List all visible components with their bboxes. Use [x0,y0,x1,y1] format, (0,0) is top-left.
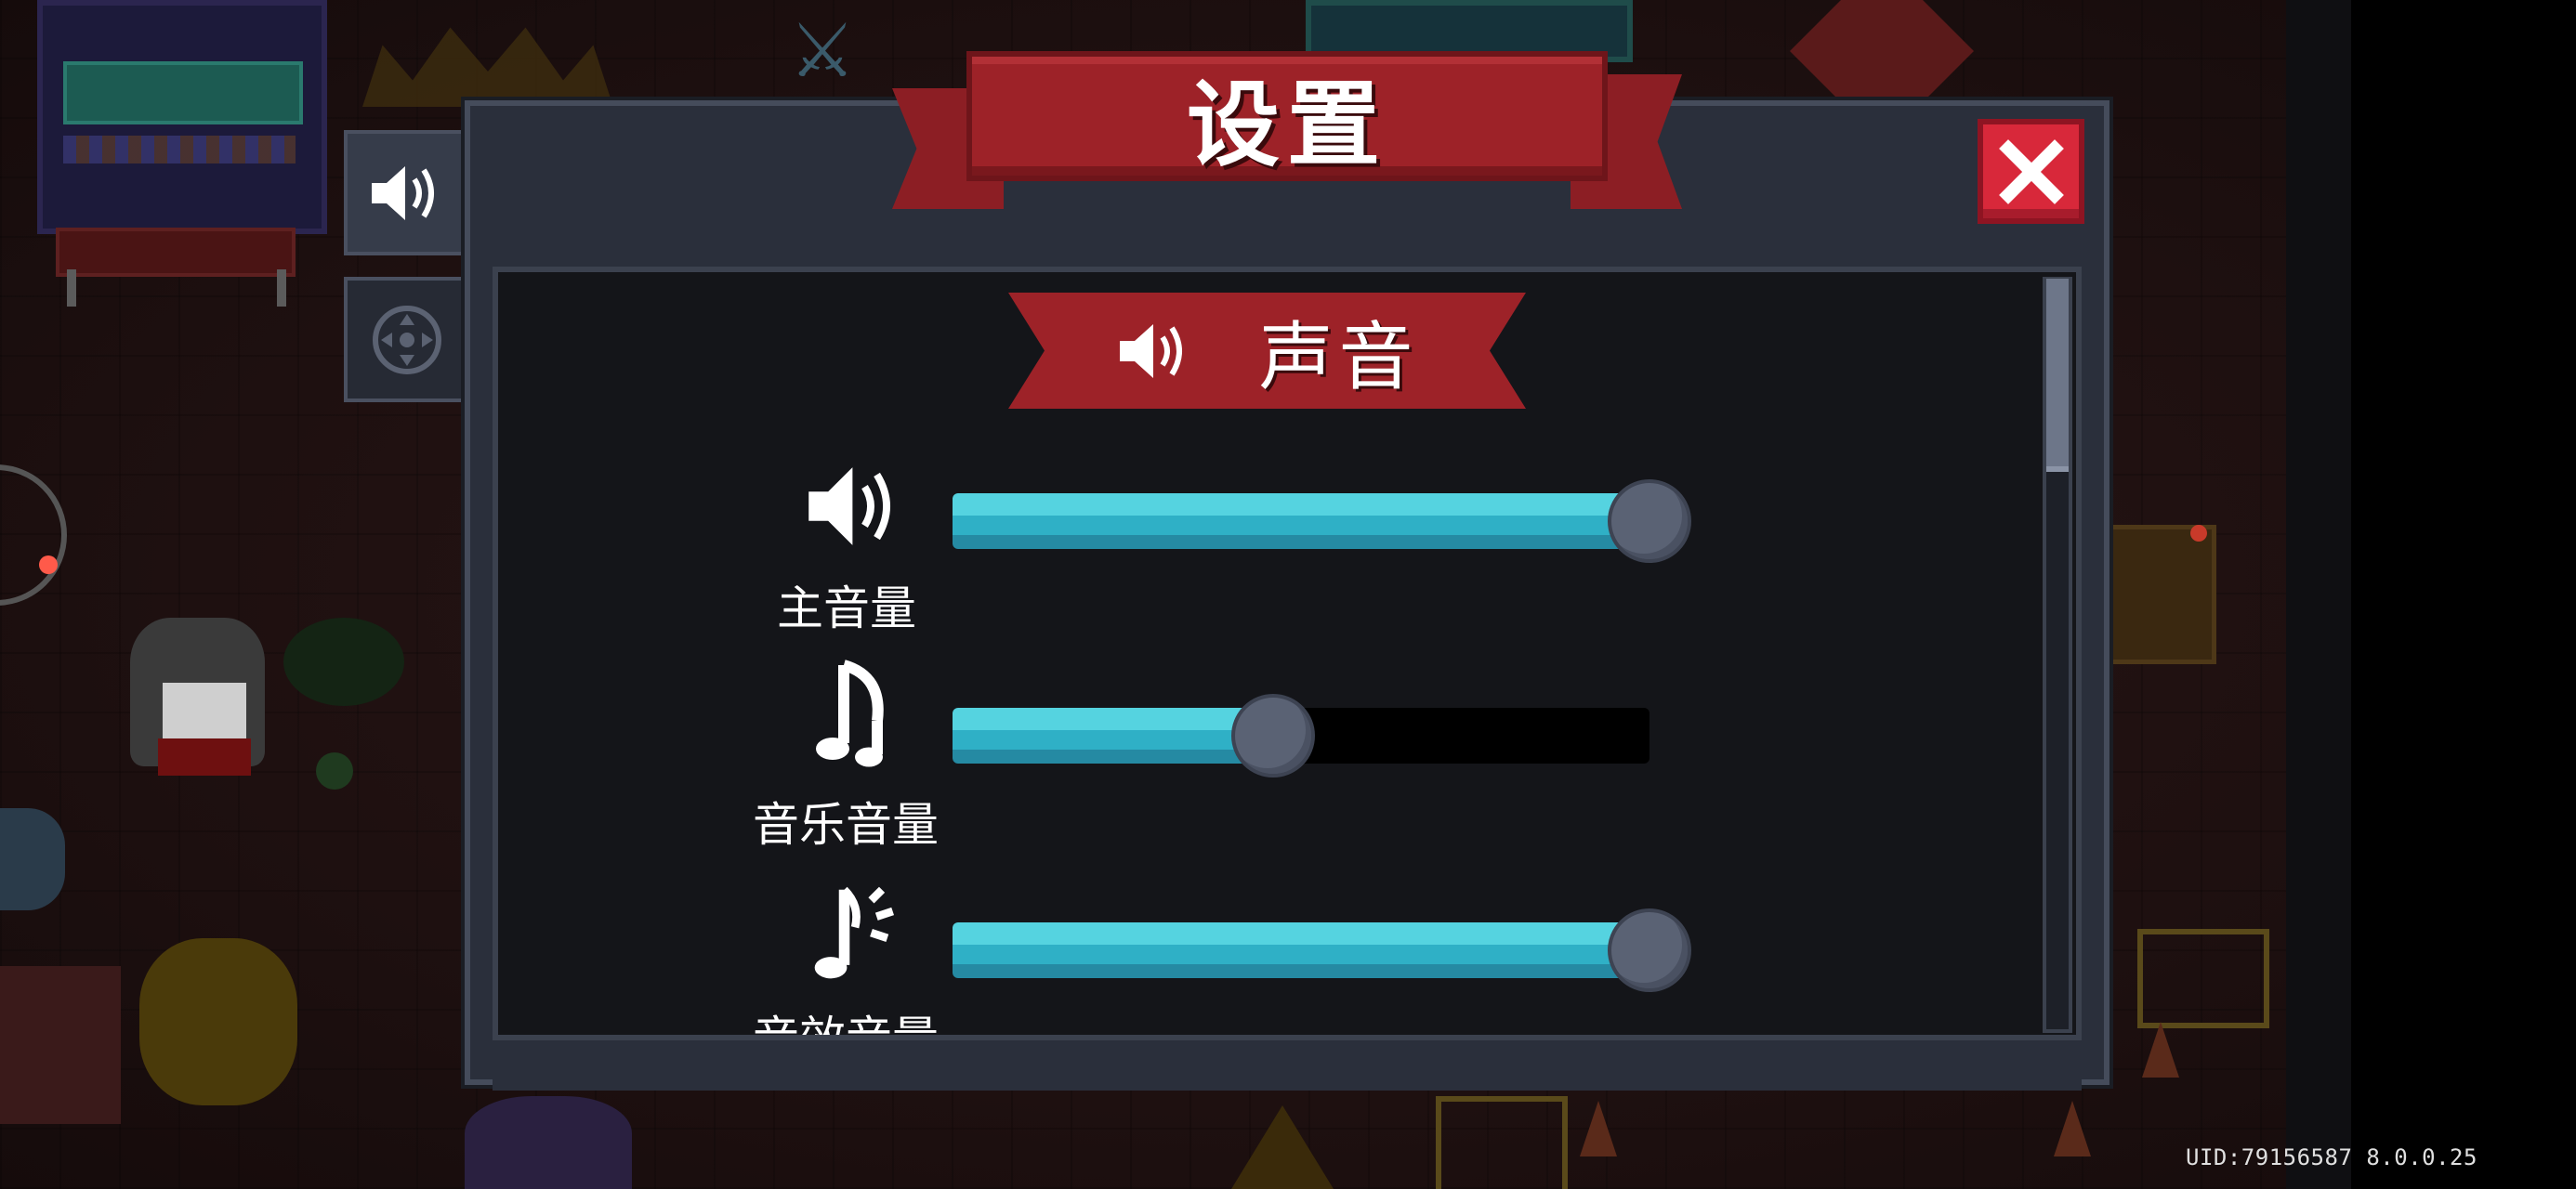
notice-board [2105,525,2216,664]
knight-face [163,683,246,738]
bush [283,618,404,706]
robot-character [0,808,65,910]
traffic-cone [2142,1022,2179,1078]
tab-controls[interactable] [344,277,467,402]
avatar-ring [0,464,67,606]
speaker-icon [372,165,434,220]
road-barrier [1436,1096,1568,1189]
title-banner: 设置 [966,51,1608,181]
music-note-icon [807,660,909,767]
speaker-icon [1119,323,1182,378]
crown-decoration [362,27,613,107]
plant [316,752,353,790]
bench-leg [277,269,286,307]
master-volume-slider[interactable] [953,479,1691,563]
arcade-machine [37,0,327,234]
notification-dot [2190,525,2207,542]
speaker-icon [804,455,906,557]
music-volume-label: 音乐音量 [753,798,939,852]
music-volume-slider[interactable] [953,694,1649,777]
section-title: 声音 [1258,313,1419,400]
traffic-cone [2054,1101,2091,1156]
bench [56,228,296,277]
crossed-swords-icon: ⚔ [789,7,856,94]
uid-version-text: UID:79156587 8.0.0.25 [2186,1144,2477,1170]
bench-leg [67,269,76,307]
right-wall [2286,0,2351,1189]
dialog-title: 设置 [1187,70,1387,179]
panel-bottom-edge [493,1035,2082,1091]
dpad-icon [373,305,441,374]
traffic-cone [1580,1101,1617,1156]
npc-character [465,1096,632,1189]
slider-knob[interactable] [1608,908,1691,992]
close-icon [1998,138,2064,204]
slider-fill [953,708,1273,764]
slider-knob[interactable] [1608,479,1691,563]
master-volume-label: 主音量 [777,581,916,635]
sound-effect-icon [807,884,909,986]
junk-pile [0,966,121,1124]
slider-knob[interactable] [1231,694,1315,777]
slider-fill [953,922,1649,978]
notification-dot [39,555,58,574]
warning-sign [1231,1105,1334,1189]
knight-body [158,738,251,776]
section-header-sound: 声音 [1008,293,1526,409]
slider-fill [953,493,1649,549]
gold-statue [139,938,297,1105]
road-barrier [2137,929,2269,1028]
scrollbar-thumb[interactable] [2046,279,2069,472]
tab-sound[interactable] [344,130,467,255]
sfx-volume-slider[interactable] [953,908,1691,992]
screen-edge [2351,0,2576,1189]
close-button[interactable] [1978,119,2084,224]
